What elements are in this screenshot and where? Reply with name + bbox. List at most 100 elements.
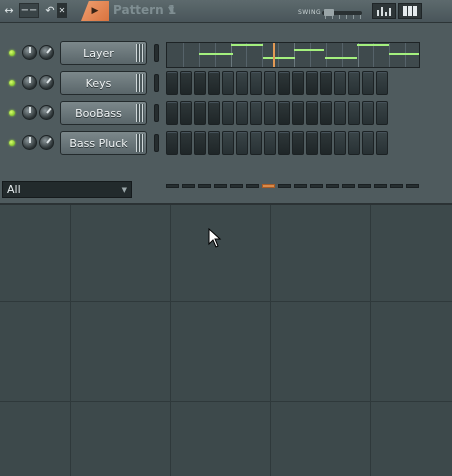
step-button[interactable] — [376, 71, 388, 95]
piano-roll-preview[interactable] — [166, 42, 420, 68]
step-button[interactable] — [348, 131, 360, 155]
channel-grip-icon[interactable] — [136, 74, 144, 92]
volume-knob[interactable] — [39, 75, 54, 90]
step-button[interactable] — [320, 101, 332, 125]
step-button[interactable] — [166, 71, 178, 95]
step-button[interactable] — [236, 71, 248, 95]
volume-knob[interactable] — [39, 105, 54, 120]
step-button[interactable] — [180, 71, 192, 95]
undo-icon[interactable]: ↶ — [44, 3, 56, 18]
step-button[interactable] — [264, 131, 276, 155]
channel-name-button[interactable]: Keys — [60, 71, 147, 95]
step-button[interactable] — [306, 101, 318, 125]
step-button[interactable] — [250, 131, 262, 155]
position-segment[interactable] — [166, 184, 179, 188]
channel-select-bar[interactable] — [154, 104, 159, 122]
step-button[interactable] — [208, 71, 220, 95]
step-button[interactable] — [264, 71, 276, 95]
step-button[interactable] — [278, 131, 290, 155]
position-segment[interactable] — [214, 184, 227, 188]
step-button[interactable] — [348, 71, 360, 95]
channel-name-button[interactable]: Layer — [60, 41, 147, 65]
step-button[interactable] — [250, 71, 262, 95]
pan-knob[interactable] — [22, 45, 37, 60]
position-segment[interactable] — [406, 184, 419, 188]
step-button[interactable] — [306, 131, 318, 155]
step-button[interactable] — [362, 131, 374, 155]
step-button[interactable] — [320, 71, 332, 95]
step-button[interactable] — [166, 101, 178, 125]
position-segment[interactable] — [358, 184, 371, 188]
channel-mute-led[interactable] — [9, 50, 15, 56]
step-button[interactable] — [292, 131, 304, 155]
step-button[interactable] — [278, 101, 290, 125]
volume-knob[interactable] — [39, 135, 54, 150]
step-button[interactable] — [194, 131, 206, 155]
step-button[interactable] — [208, 101, 220, 125]
step-button[interactable] — [348, 101, 360, 125]
channel-mute-led[interactable] — [9, 140, 15, 146]
resize-arrows-icon[interactable]: ↔ — [2, 3, 16, 18]
step-button[interactable] — [222, 131, 234, 155]
pan-knob[interactable] — [22, 105, 37, 120]
position-segment[interactable] — [310, 184, 323, 188]
step-button[interactable] — [376, 101, 388, 125]
position-segment[interactable] — [326, 184, 339, 188]
step-button[interactable] — [362, 101, 374, 125]
channel-mute-led[interactable] — [9, 110, 15, 116]
step-button[interactable] — [236, 131, 248, 155]
piano-keys-icon[interactable] — [398, 3, 422, 19]
step-button[interactable] — [166, 131, 178, 155]
graph-bars-icon[interactable] — [372, 3, 396, 19]
step-button[interactable] — [306, 71, 318, 95]
step-button[interactable] — [222, 101, 234, 125]
chevron-down-icon[interactable]: ▼ — [168, 5, 174, 14]
channel-name-button[interactable]: Bass Pluck — [60, 131, 147, 155]
channel-select-bar[interactable] — [154, 44, 159, 62]
step-button[interactable] — [264, 101, 276, 125]
position-segment[interactable] — [278, 184, 291, 188]
step-button[interactable] — [320, 131, 332, 155]
song-position-bar[interactable] — [166, 184, 419, 188]
channel-grip-icon[interactable] — [136, 134, 144, 152]
pattern-picker-arrow-icon[interactable]: ▶ — [81, 1, 109, 21]
pan-knob[interactable] — [22, 135, 37, 150]
step-button[interactable] — [236, 101, 248, 125]
channel-filter-select[interactable]: All ▼ — [2, 181, 132, 198]
step-button[interactable] — [376, 131, 388, 155]
position-segment[interactable] — [294, 184, 307, 188]
menu-icon[interactable]: −− — [19, 3, 39, 18]
step-button[interactable] — [292, 71, 304, 95]
step-button[interactable] — [334, 101, 346, 125]
step-button[interactable] — [278, 71, 290, 95]
position-segment[interactable] — [262, 184, 275, 188]
channel-rack-titlebar[interactable]: ↔ −− ↶ ✕ ▶ Pattern 1 ▼ SWING — [0, 0, 452, 23]
channel-select-bar[interactable] — [154, 134, 159, 152]
step-button[interactable] — [180, 131, 192, 155]
channel-grip-icon[interactable] — [136, 104, 144, 122]
pan-knob[interactable] — [22, 75, 37, 90]
channel-grip-icon[interactable] — [136, 44, 144, 62]
position-segment[interactable] — [374, 184, 387, 188]
position-segment[interactable] — [198, 184, 211, 188]
step-button[interactable] — [208, 131, 220, 155]
workspace-grid[interactable] — [0, 205, 452, 476]
step-button[interactable] — [334, 71, 346, 95]
step-button[interactable] — [334, 131, 346, 155]
step-button[interactable] — [194, 101, 206, 125]
step-button[interactable] — [194, 71, 206, 95]
position-segment[interactable] — [182, 184, 195, 188]
position-segment[interactable] — [342, 184, 355, 188]
step-button[interactable] — [362, 71, 374, 95]
channel-name-button[interactable]: BooBass — [60, 101, 147, 125]
position-segment[interactable] — [230, 184, 243, 188]
swing-slider-handle[interactable] — [323, 9, 334, 16]
position-segment[interactable] — [390, 184, 403, 188]
step-button[interactable] — [180, 101, 192, 125]
position-segment[interactable] — [246, 184, 259, 188]
channel-select-bar[interactable] — [154, 74, 159, 92]
volume-knob[interactable] — [39, 45, 54, 60]
close-icon[interactable]: ✕ — [57, 3, 67, 18]
pattern-name[interactable]: Pattern 1 — [113, 3, 176, 17]
channel-mute-led[interactable] — [9, 80, 15, 86]
